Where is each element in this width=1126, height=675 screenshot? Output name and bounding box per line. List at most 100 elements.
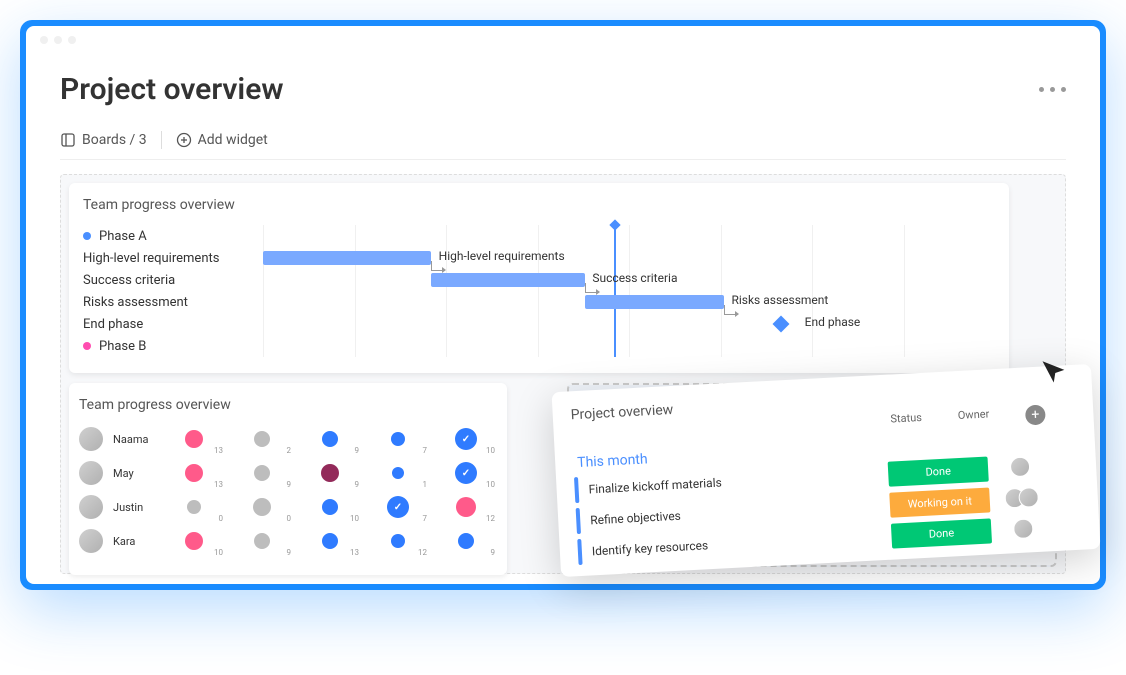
phase-dot-icon [83, 232, 91, 240]
gantt-title: Team progress overview [83, 197, 995, 213]
progress-dot-icon [185, 464, 203, 482]
progress-count: 0 [219, 514, 224, 523]
task-name: Refine objectives [590, 498, 880, 527]
row-accent-bar [577, 539, 582, 565]
gantt-row-labels: Phase A High-level requirements Success … [83, 225, 263, 357]
boards-filter[interactable]: Boards / 3 [60, 132, 147, 148]
status-badge[interactable]: Done [888, 456, 989, 486]
progress-count: 10 [486, 446, 495, 455]
progress-cell[interactable]: 1 [367, 459, 429, 487]
traffic-light-close[interactable] [40, 36, 48, 44]
plus-circle-icon [176, 132, 192, 148]
progress-cell[interactable]: 2 [231, 425, 293, 453]
avatar [79, 427, 103, 451]
phase-dot-icon [83, 342, 91, 350]
col-status: Status [890, 411, 922, 433]
progress-count: 7 [423, 514, 428, 523]
traffic-light-min[interactable] [54, 36, 62, 44]
progress-count: 9 [355, 480, 360, 489]
progress-count: 10 [486, 480, 495, 489]
progress-widget[interactable]: Team progress overview Naama13297✓10May1… [69, 383, 507, 575]
avatar [79, 529, 103, 553]
progress-count: 12 [418, 548, 427, 557]
owner-cell[interactable] [1001, 517, 1052, 540]
floating-overview-card[interactable]: Project overview Status Owner + This mon… [552, 364, 1101, 577]
gantt-chart-area: High-level requirements Success criteria [263, 225, 995, 357]
progress-cell[interactable]: 0 [163, 493, 225, 521]
progress-row: Justin0010✓712 [79, 493, 497, 521]
progress-cell[interactable]: 7 [367, 425, 429, 453]
progress-cell[interactable]: 10 [299, 493, 361, 521]
progress-cell[interactable]: 9 [231, 527, 293, 555]
owner-cell[interactable] [999, 486, 1050, 509]
progress-cell[interactable]: 9 [231, 459, 293, 487]
progress-count: 10 [214, 548, 223, 557]
progress-dot-icon [322, 499, 338, 515]
progress-cell[interactable]: 9 [299, 425, 361, 453]
progress-dot-icon [254, 533, 270, 549]
progress-cell[interactable]: 13 [299, 527, 361, 555]
progress-cell[interactable]: ✓7 [367, 493, 429, 521]
check-icon: ✓ [394, 502, 402, 513]
progress-dot-icon [322, 533, 338, 549]
progress-cell[interactable]: 9 [435, 527, 497, 555]
row-accent-bar [574, 477, 579, 503]
progress-cell[interactable]: ✓ 10 [435, 459, 497, 487]
progress-cell[interactable]: 0 [231, 493, 293, 521]
boards-label: Boards / 3 [82, 132, 147, 148]
progress-cell[interactable]: 13 [163, 425, 225, 453]
boards-icon [60, 132, 76, 148]
more-menu-button[interactable] [1039, 87, 1066, 92]
toolbar-divider [161, 131, 162, 149]
avatar [79, 495, 103, 519]
toolbar: Boards / 3 Add widget [60, 131, 1066, 160]
gantt-phase-b: Phase B [83, 335, 263, 357]
progress-dot-icon [187, 500, 201, 514]
progress-dot-icon [254, 465, 270, 481]
page-header: Project overview [60, 72, 1066, 107]
gantt-widget[interactable]: Team progress overview Phase A High-leve… [69, 183, 1009, 373]
member-name: Naama [113, 433, 153, 446]
progress-dot-icon [458, 533, 474, 549]
progress-dot-icon [391, 432, 405, 446]
avatar [1013, 518, 1034, 539]
progress-count: 13 [214, 446, 223, 455]
gantt-label-row: Risks assessment [83, 291, 263, 313]
progress-dot-icon [185, 532, 203, 550]
window-titlebar [26, 26, 1100, 54]
progress-count: 10 [350, 514, 359, 523]
progress-cell[interactable]: 13 [163, 459, 225, 487]
progress-cell[interactable]: 12 [435, 493, 497, 521]
progress-cell[interactable]: 10 [163, 527, 225, 555]
add-widget-label: Add widget [198, 132, 268, 148]
progress-dot-icon [185, 430, 203, 448]
progress-count: 13 [350, 548, 359, 557]
status-badge[interactable]: Working on it [889, 487, 990, 517]
gantt-label-row: End phase [83, 313, 263, 335]
avatar [79, 461, 103, 485]
progress-dot-icon [253, 498, 271, 516]
progress-cell[interactable]: 12 [367, 527, 429, 555]
status-badge[interactable]: Done [891, 518, 992, 548]
progress-count: 9 [287, 548, 292, 557]
progress-count: 12 [486, 514, 495, 523]
gantt-label-row: Success criteria [83, 269, 263, 291]
owner-cell[interactable] [998, 455, 1049, 478]
check-icon: ✓ [462, 468, 470, 479]
progress-cell[interactable]: 9 [299, 459, 361, 487]
gantt-bar-row: High-level requirements [263, 247, 995, 269]
progress-count: 9 [491, 548, 496, 557]
progress-count: 0 [287, 514, 292, 523]
progress-row: Naama 13 297✓10 [79, 425, 497, 453]
progress-dot-icon [254, 431, 270, 447]
progress-cell[interactable]: ✓10 [435, 425, 497, 453]
add-widget-button[interactable]: Add widget [176, 132, 268, 148]
add-column-button[interactable]: + [1025, 404, 1046, 425]
progress-count: 9 [287, 480, 292, 489]
page-title: Project overview [60, 72, 284, 107]
traffic-light-max[interactable] [68, 36, 76, 44]
gantt-phase-a: Phase A [83, 225, 263, 247]
milestone-icon [773, 316, 790, 333]
progress-row: May13991✓10 [79, 459, 497, 487]
gantt-bar-row: Success criteria [263, 269, 995, 291]
